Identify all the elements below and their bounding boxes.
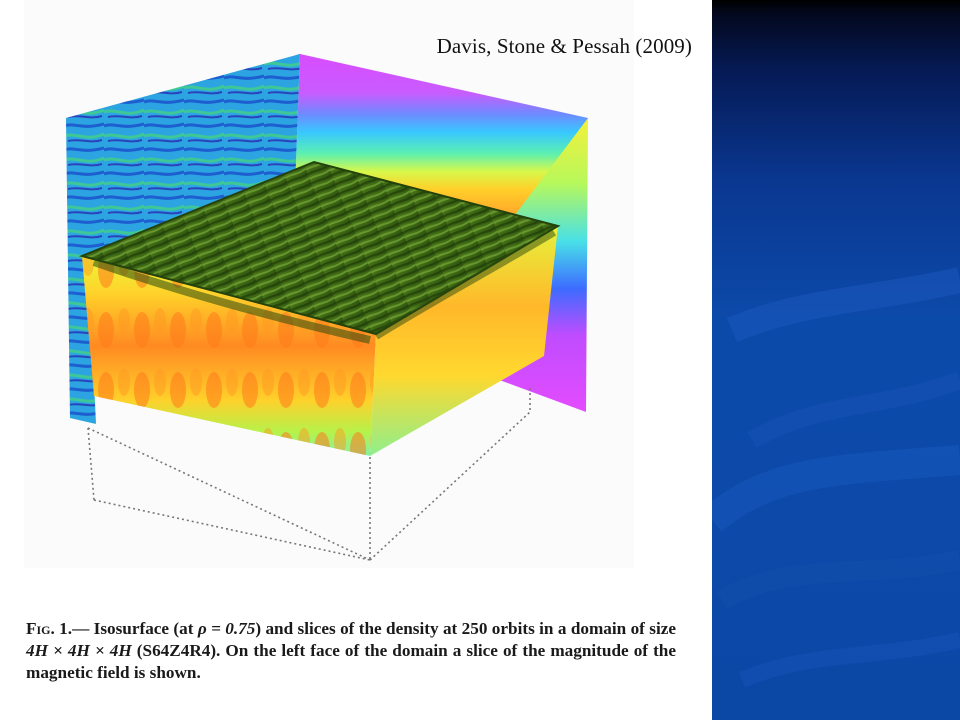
swirl-decoration	[712, 267, 960, 688]
decorative-blue-band	[712, 0, 960, 720]
density-isosurface-figure	[66, 54, 588, 561]
caption-text-1: Isosurface (at	[93, 619, 198, 638]
citation-text: Davis, Stone & Pessah (2009)	[436, 34, 692, 58]
figure-caption: Fig. 1.— Isosurface (at ρ = 0.75) and sl…	[26, 618, 676, 684]
caption-math-domain: 4H × 4H × 4H	[26, 641, 132, 660]
caption-math-rho: ρ = 0.75	[197, 619, 256, 638]
caption-text-2: ) and slices of the density at 250 orbit…	[255, 619, 677, 638]
slide: Davis, Stone & Pessah (2009) Fig. 1.— Is…	[0, 0, 960, 720]
figure-image	[24, 0, 634, 568]
caption-label: Fig. 1.—	[26, 619, 90, 638]
